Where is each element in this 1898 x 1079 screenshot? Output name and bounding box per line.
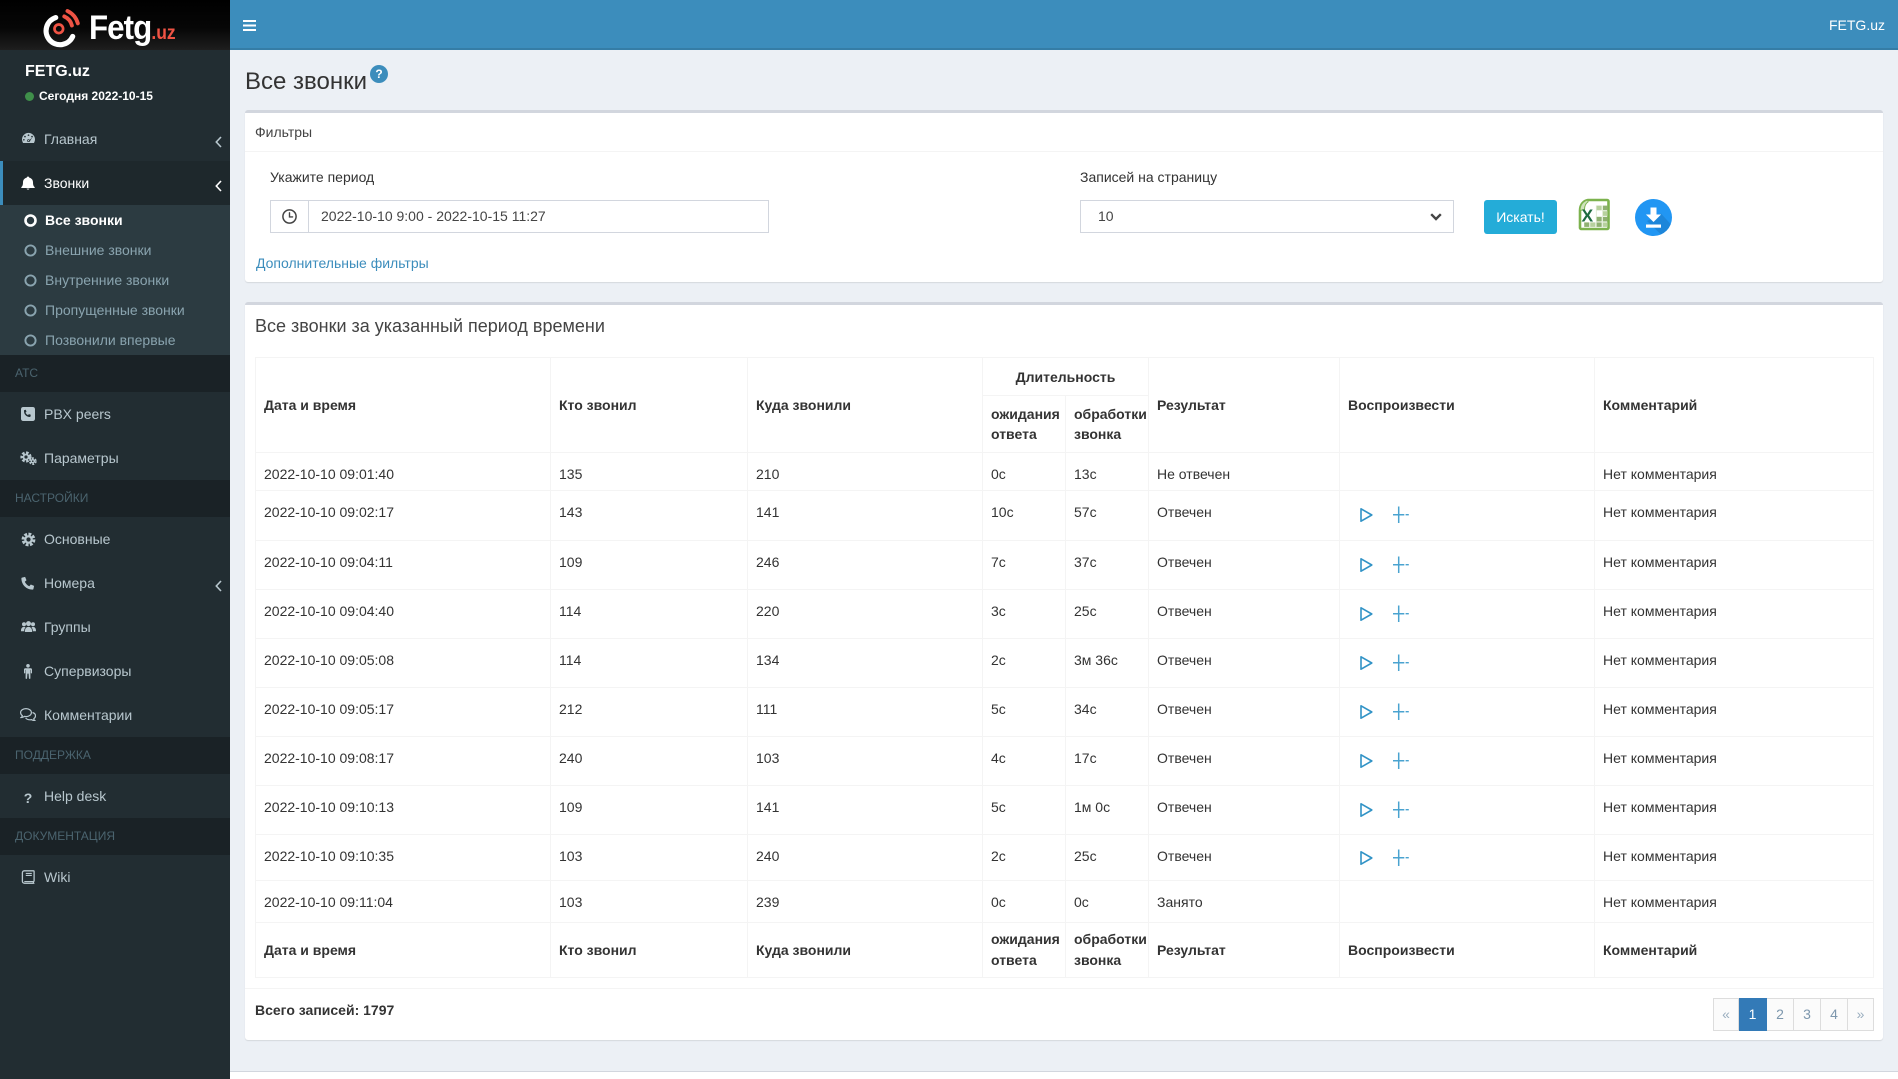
svg-text:X: X xyxy=(1582,206,1594,226)
svg-text:?: ? xyxy=(375,67,382,81)
